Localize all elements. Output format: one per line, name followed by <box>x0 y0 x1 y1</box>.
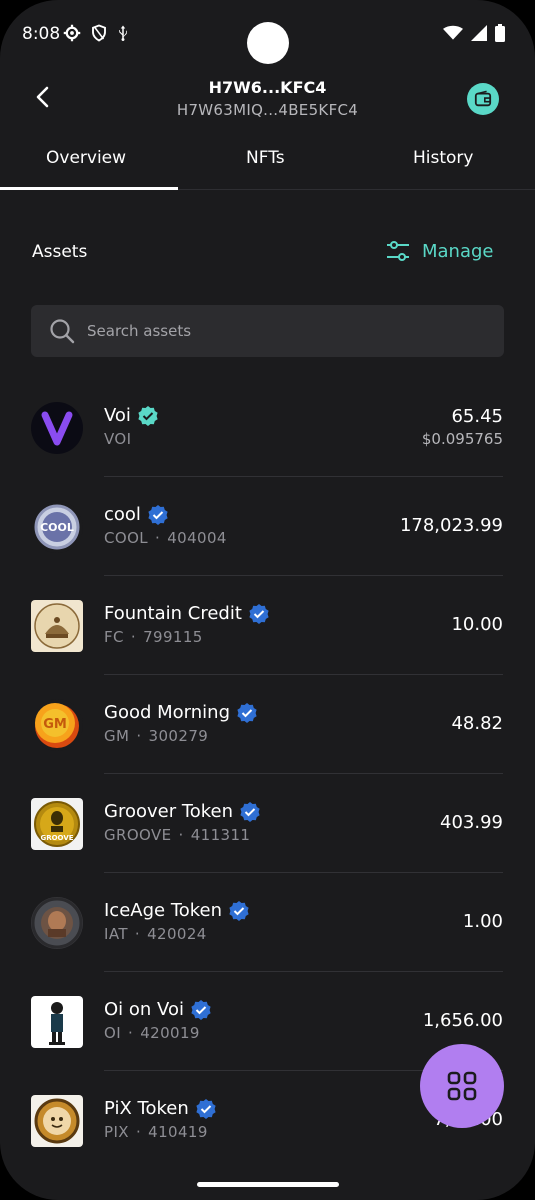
token-amount: 1.00 <box>462 911 503 932</box>
token-row[interactable]: COOL cool COOL · 404004 178,023.99 <box>0 477 535 576</box>
pix-logo <box>31 1095 83 1147</box>
token-asset-id: 411311 <box>190 826 251 844</box>
battery-icon <box>495 24 505 42</box>
token-symbol: IAT <box>104 925 128 943</box>
tab-bar: Overview NFTs History <box>0 140 535 190</box>
token-fiat-value: $0.095765 <box>421 430 503 448</box>
token-amount: 10.00 <box>451 614 503 635</box>
status-time: 8:08 <box>22 24 61 44</box>
token-name: Voi <box>104 405 131 426</box>
tab-nfts[interactable]: NFTs <box>246 148 285 168</box>
sliders-icon <box>387 241 409 261</box>
shield-icon <box>92 24 106 42</box>
svg-text:COOL: COOL <box>40 521 74 534</box>
account-address[interactable]: H7W63MIQ...4BE5KFC4 <box>0 101 535 119</box>
status-icons-right <box>443 24 505 42</box>
search-bar[interactable] <box>31 305 504 357</box>
token-symbol: PIX <box>104 1123 129 1141</box>
token-name: PiX Token <box>104 1098 189 1119</box>
account-title: H7W6...KFC4 <box>208 78 327 97</box>
grid-icon <box>447 1071 477 1101</box>
search-input[interactable] <box>87 305 487 357</box>
wallet-button[interactable] <box>467 83 499 115</box>
gm-logo: GM <box>31 699 83 751</box>
fountain-logo <box>31 600 83 652</box>
verified-badge-icon <box>229 900 249 921</box>
token-name: cool <box>104 504 141 525</box>
token-asset-id: 799115 <box>143 628 203 646</box>
verified-badge-icon <box>249 603 269 624</box>
assets-heading: Assets <box>32 242 88 262</box>
manage-button[interactable]: Manage <box>386 240 494 262</box>
search-icon <box>50 319 75 344</box>
token-name: Good Morning <box>104 702 230 723</box>
token-amount: 48.82 <box>451 713 503 734</box>
oi-logo <box>31 996 83 1048</box>
token-symbol: GM <box>104 727 130 745</box>
svg-text:GM: GM <box>43 717 67 732</box>
groove-logo: GROOVE <box>31 798 83 850</box>
token-symbol: VOI <box>104 430 132 448</box>
active-tab-indicator <box>0 187 178 190</box>
verified-badge-icon <box>148 504 168 525</box>
token-asset-id: 300279 <box>148 727 209 745</box>
tab-history[interactable]: History <box>413 148 473 168</box>
wallet-icon <box>474 90 492 107</box>
settings-icon <box>63 24 81 42</box>
token-symbol: GROOVE <box>104 826 172 844</box>
home-indicator[interactable] <box>197 1182 339 1187</box>
token-name: IceAge Token <box>104 900 223 921</box>
verified-badge-icon <box>196 1098 216 1119</box>
status-icons-left <box>63 24 129 42</box>
verified-badge-icon <box>191 999 211 1020</box>
token-asset-id: 420019 <box>140 1024 200 1042</box>
token-asset-id: 410419 <box>148 1123 208 1141</box>
verified-badge-icon <box>240 801 260 822</box>
token-asset-id: 404004 <box>167 529 227 547</box>
token-amount: 1,656.00 <box>422 1010 503 1031</box>
token-asset-id: 420024 <box>147 925 207 943</box>
token-row[interactable]: GM Good Morning GM · 300279 48.82 <box>0 675 535 774</box>
verified-badge-icon <box>138 405 158 426</box>
front-camera <box>247 22 289 64</box>
usb-icon <box>119 25 127 42</box>
verified-badge-icon <box>237 702 257 723</box>
manage-label: Manage <box>422 240 494 262</box>
tab-overview[interactable]: Overview <box>46 148 126 168</box>
status-bar: 8:08 <box>0 0 535 70</box>
token-row[interactable]: Fountain Credit FC · 799115 10.00 <box>0 576 535 675</box>
iceage-logo <box>31 897 83 949</box>
token-symbol: FC <box>104 628 124 646</box>
token-amount: 65.45 <box>451 406 503 427</box>
svg-text:GROOVE: GROOVE <box>40 834 73 842</box>
token-amount: 178,023.99 <box>399 515 503 536</box>
token-row[interactable]: GROOVE Groover Token GROOVE · 411311 403.9… <box>0 774 535 873</box>
token-name: Oi on Voi <box>104 999 184 1020</box>
token-symbol: OI <box>104 1024 122 1042</box>
cool-logo: COOL <box>31 501 83 553</box>
wifi-icon <box>443 25 463 40</box>
quick-actions-button[interactable] <box>420 1044 504 1128</box>
token-row[interactable]: IceAge Token IAT · 420024 1.00 <box>0 873 535 972</box>
signal-icon <box>471 25 487 41</box>
token-amount: 403.99 <box>440 812 503 833</box>
token-symbol: COOL <box>104 529 149 547</box>
voi-logo <box>31 402 83 454</box>
token-name: Groover Token <box>104 801 234 822</box>
token-name: Fountain Credit <box>104 603 242 624</box>
token-row[interactable]: Voi VOI 65.45 $0.095765 <box>0 378 535 477</box>
phone-screen: 8:08 H7W6...KFC4 H7W63MIQ...4BE5KFC4 Ove… <box>0 0 535 1200</box>
